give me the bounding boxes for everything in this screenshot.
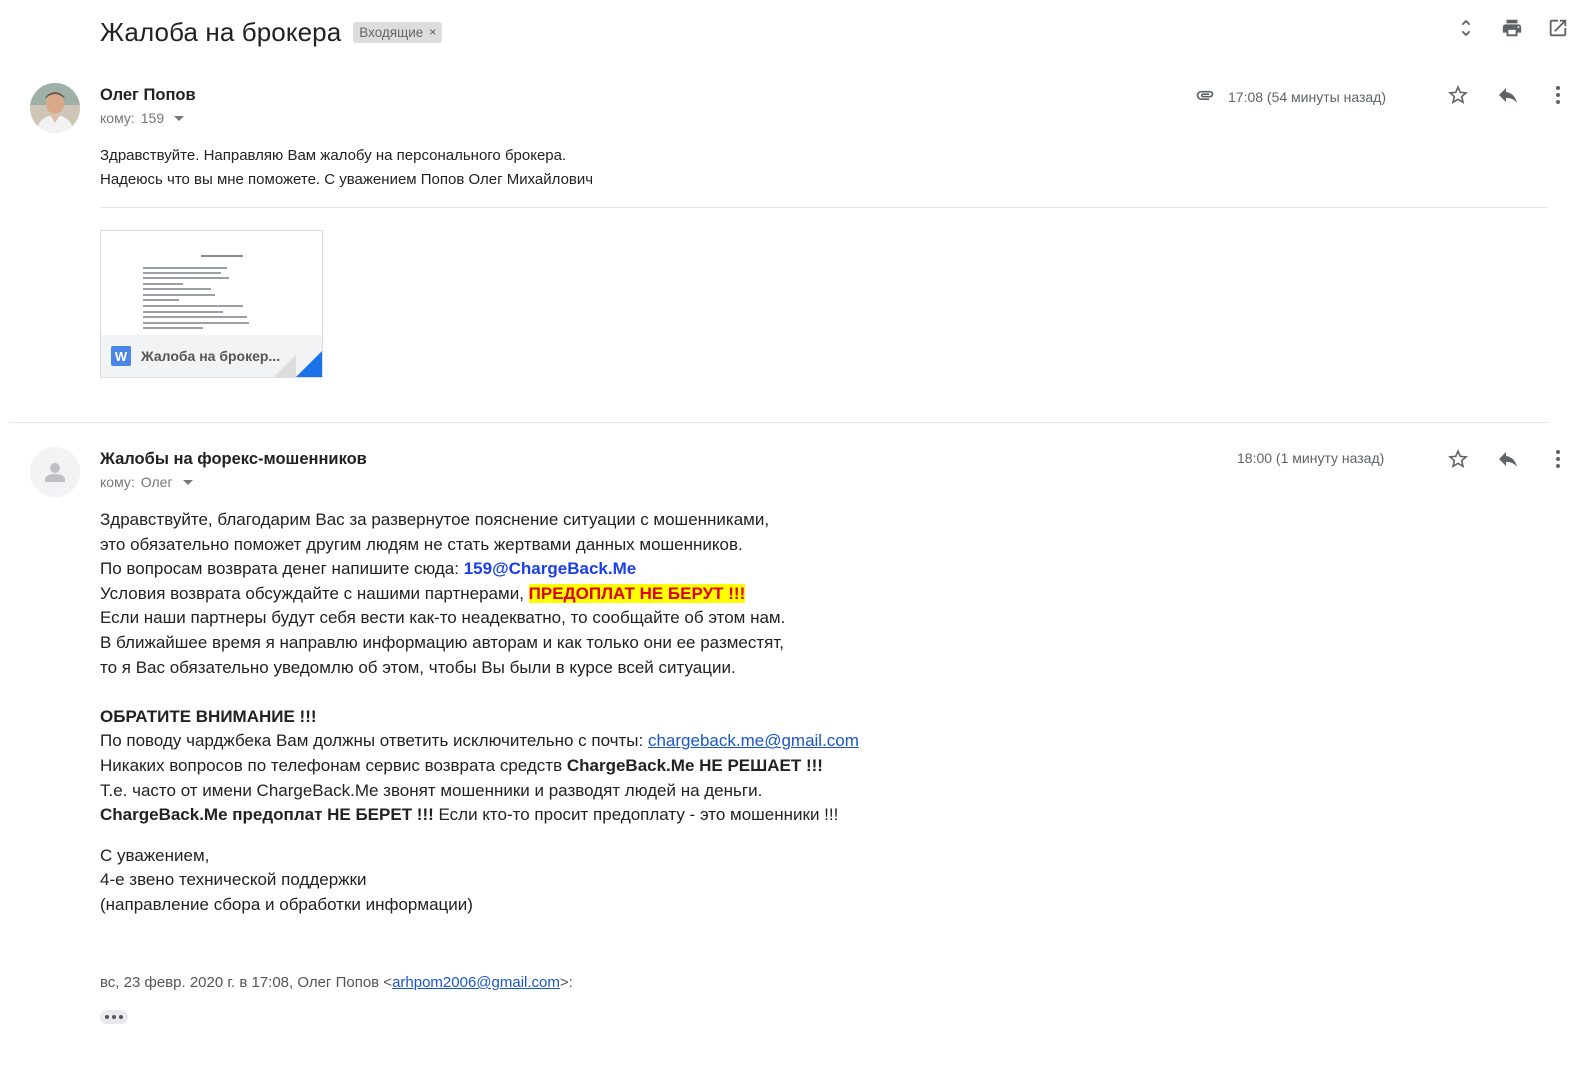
avatar-oleg-popov[interactable] <box>30 83 80 133</box>
bold-text: ChargeBack.Me НЕ РЕШАЕТ !!! <box>566 755 823 775</box>
subject-row: Жалоба на брокера Входящие × <box>100 14 443 50</box>
highlighted-warning: ПРЕДОПЛАТ НЕ БЕРУТ !!! <box>528 583 746 603</box>
show-details-dropdown-icon[interactable] <box>182 479 193 485</box>
body-line: В ближайшее время я направлю информацию … <box>100 632 785 652</box>
attachment-preview <box>101 231 322 336</box>
quote-text: >: <box>559 974 573 991</box>
avatar-default[interactable] <box>30 447 80 497</box>
body-text: Если кто-то просит предоплату - это моше… <box>433 805 839 825</box>
label-chip-text: Входящие <box>359 24 424 40</box>
body-text: Никаких вопросов по телефонам сервис воз… <box>100 755 567 775</box>
message-2-sender[interactable]: Жалобы на форекс-мошенников <box>100 450 367 469</box>
label-chip-inbox[interactable]: Входящие × <box>353 21 443 43</box>
attachment-filename: Жалоба на брокер... <box>141 348 281 364</box>
more-vert-icon[interactable] <box>1546 83 1570 107</box>
quote-text: вс, 23 февр. 2020 г. в 17:08, Олег Попов… <box>100 974 393 991</box>
signature-line: 4-е звено технической поддержки <box>100 870 367 890</box>
print-icon[interactable] <box>1500 16 1524 40</box>
page-fold-icon <box>274 355 296 377</box>
quote-attribution: вс, 23 февр. 2020 г. в 17:08, Олег Попов… <box>100 974 573 991</box>
body-text: Условия возврата обсуждайте с нашими пар… <box>100 583 529 603</box>
body-line: ChargeBack.Me предоплат НЕ БЕРЕТ !!! Есл… <box>100 803 1100 828</box>
attachment-divider <box>100 207 1548 208</box>
remove-label-icon[interactable]: × <box>429 25 436 39</box>
open-in-new-window-icon[interactable] <box>1546 16 1570 40</box>
body-line: Условия возврата обсуждайте с нашими пар… <box>100 582 1100 607</box>
body-line: Здравствуйте, благодарим Вас за разверну… <box>100 510 770 529</box>
recipient-prefix: кому: <box>100 474 135 490</box>
message-1-sender[interactable]: Олег Попов <box>100 86 196 105</box>
body-line: По вопросам возврата денег напишите сюда… <box>100 557 1100 582</box>
message-2-time[interactable]: 18:00 (1 минуту назад) <box>1237 450 1384 466</box>
message-2-meta: 18:00 (1 минуту назад) <box>1237 450 1384 466</box>
thread-actions <box>1454 16 1570 40</box>
body-line: По поводу чарджбека Вам должны ответить … <box>100 729 1100 754</box>
doc-corner-icon <box>296 351 322 377</box>
body-text: По вопросам возврата денег напишите сюда… <box>100 559 464 579</box>
message-2-recipients[interactable]: кому: Олег <box>100 474 193 490</box>
chargeback-gmail-link[interactable]: chargeback.me@gmail.com <box>648 731 859 750</box>
reply-icon[interactable] <box>1496 83 1520 107</box>
message-divider <box>10 422 1548 423</box>
more-vert-icon[interactable] <box>1546 447 1570 471</box>
show-details-dropdown-icon[interactable] <box>174 115 185 121</box>
signature-line: С уважением, <box>100 845 210 865</box>
body-line: Надеюсь что вы мне поможете. С уважением… <box>100 171 594 188</box>
reply-icon[interactable] <box>1496 447 1520 471</box>
body-text: По поводу чарджбека Вам должны ответить … <box>100 731 648 751</box>
body-line: Если наши партнеры будут себя вести как-… <box>100 608 786 628</box>
recipient-prefix: кому: <box>100 110 135 126</box>
recipient-name: 159 <box>140 110 165 126</box>
attachment-card[interactable]: W Жалоба на брокер... <box>100 230 323 378</box>
message-1-body: Здравствуйте. Направляю Вам жалобу на пе… <box>100 144 593 192</box>
star-icon[interactable] <box>1446 83 1470 107</box>
star-icon[interactable] <box>1446 447 1470 471</box>
message-1-actions <box>1446 83 1570 107</box>
attachment-icon <box>1192 85 1218 108</box>
body-line: то я Вас обязательно уведомлю об этом, ч… <box>100 657 736 677</box>
message-2-actions <box>1446 447 1570 471</box>
chargeback-email: 159@ChargeBack.Me <box>463 559 637 579</box>
show-trimmed-content-button[interactable] <box>100 1010 128 1024</box>
quoted-sender-email-link[interactable]: arhpom2006@gmail.com <box>392 974 560 991</box>
expand-all-icon[interactable] <box>1454 16 1478 40</box>
bold-text: ChargeBack.Me предоплат НЕ БЕРЕТ !!! <box>100 805 434 825</box>
word-doc-icon: W <box>111 346 131 366</box>
message-1-meta: 17:08 (54 минуты назад) <box>1192 85 1386 108</box>
message-2-body: Здравствуйте, благодарим Вас за разверну… <box>100 508 1100 918</box>
message-1-time[interactable]: 17:08 (54 минуты назад) <box>1228 89 1386 105</box>
signature-line: (направление сбора и обработки информаци… <box>100 894 473 914</box>
message-1-recipients[interactable]: кому: 159 <box>100 110 185 126</box>
body-line: это обязательно поможет другим людям не … <box>100 534 743 554</box>
body-line: Никаких вопросов по телефонам сервис воз… <box>100 754 1100 779</box>
recipient-name: Олег <box>140 474 173 490</box>
thread-subject: Жалоба на брокера <box>100 16 342 47</box>
attention-heading: ОБРАТИТЕ ВНИМАНИЕ !!! <box>100 706 317 726</box>
body-line: Здравствуйте. Направляю Вам жалобу на пе… <box>100 147 567 164</box>
body-line: Т.е. часто от имени ChargeBack.Me звонят… <box>100 780 763 800</box>
